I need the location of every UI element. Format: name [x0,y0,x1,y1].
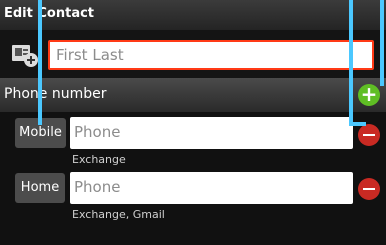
remove-phone-button-home[interactable] [358,178,380,200]
annotation-pointer-right-horizontal [349,122,366,126]
account-label-mobile: Exchange [72,153,126,166]
contact-card-add-icon[interactable] [10,39,40,69]
phone-field-home[interactable]: Phone [70,172,353,204]
annotation-pointer-far-right [380,0,384,86]
annotation-pointer-left [38,0,42,125]
phone-type-button-home[interactable]: Home [15,173,65,203]
title-bar: Edit Contact [0,0,386,30]
phone-section-header: Phone number [0,78,386,112]
add-phone-button[interactable]: + [358,84,380,106]
page-title: Edit Contact [4,6,95,21]
remove-phone-button-mobile[interactable] [358,124,380,146]
name-placeholder: First Last [56,46,124,64]
name-field[interactable]: First Last [48,40,374,70]
phone-section-label: Phone number [4,86,107,102]
phone-placeholder: Phone [74,178,121,196]
phone-placeholder: Phone [74,123,121,141]
account-label-home: Exchange, Gmail [72,208,165,221]
plus-icon: + [360,82,378,106]
phone-field-mobile[interactable]: Phone [70,117,353,149]
annotation-pointer-right-vertical [349,0,353,125]
